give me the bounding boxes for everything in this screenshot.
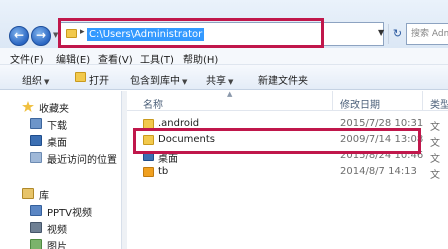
sidebar-item-label: 收藏夹 <box>39 104 69 115</box>
menu-edit[interactable]: 编辑(E) <box>56 51 90 66</box>
sort-ascending-icon: ▲ <box>227 90 233 98</box>
menu-file[interactable]: 文件(F) <box>10 51 44 66</box>
tb-folder-icon <box>143 167 154 177</box>
file-date: 2014/8/7 14:13 <box>340 166 417 177</box>
file-name: tb <box>158 166 169 177</box>
menu-view[interactable]: 查看(V) <box>98 51 133 66</box>
forward-arrow-icon: → <box>35 28 47 42</box>
column-header-row: ▲ 名称 修改日期 类型 <box>127 90 448 111</box>
download-folder-icon <box>30 118 42 129</box>
file-row-tb[interactable]: tb 2014/8/7 14:13 文 <box>127 165 448 181</box>
share-button[interactable]: 共享 ▼ <box>206 72 233 87</box>
menu-bar: 文件(F) 编辑(E) 查看(V) 工具(T) 帮助(H) <box>0 48 448 66</box>
sidebar-item-label: 视频 <box>47 225 67 236</box>
sidebar-item-label: 下载 <box>47 121 67 132</box>
sidebar-item-label: 图片 <box>47 242 67 249</box>
new-folder-button[interactable]: 新建文件夹 <box>258 72 308 87</box>
refresh-button[interactable]: ↻ <box>388 24 406 44</box>
refresh-icon: ↻ <box>392 27 403 40</box>
share-label: 共享 <box>206 76 226 87</box>
column-header-type[interactable]: 类型 <box>430 96 448 111</box>
back-button[interactable]: ← <box>9 26 29 46</box>
column-divider[interactable] <box>422 91 423 111</box>
chevron-down-icon: ▼ <box>182 78 188 86</box>
picture-library-icon <box>30 239 42 249</box>
search-input[interactable]: 搜索 Administrator <box>406 23 448 45</box>
file-type: 文 <box>430 138 440 149</box>
chevron-down-icon: ▼ <box>228 78 234 86</box>
chevron-down-icon: ▼ <box>44 78 50 86</box>
sidebar-item-label: 桌面 <box>47 138 67 149</box>
address-dropdown-icon[interactable]: ▼ <box>378 28 384 37</box>
file-type: 文 <box>430 122 440 133</box>
file-type: 文 <box>430 170 440 181</box>
menu-tools[interactable]: 工具(T) <box>140 51 174 66</box>
documents-highlight-box <box>133 128 421 154</box>
video-library-icon <box>30 222 42 233</box>
include-in-library-label: 包含到库中 <box>130 76 180 87</box>
desktop-icon <box>30 135 42 146</box>
recent-places-icon <box>30 152 42 163</box>
library-icon <box>22 188 34 199</box>
open-button[interactable]: 打开 <box>89 72 109 87</box>
star-icon <box>22 101 34 112</box>
column-divider[interactable] <box>332 91 333 111</box>
column-header-date-modified[interactable]: 修改日期 <box>340 96 380 111</box>
navigation-pane: 收藏夹 下载 桌面 最近访问的位置 库 PPTV视频 视频 图片 <box>0 91 122 249</box>
include-in-library-button[interactable]: 包含到库中 ▼ <box>130 72 187 87</box>
organize-label: 组织 <box>22 76 42 87</box>
address-highlight-box <box>58 18 324 48</box>
sidebar-item-label: 库 <box>39 191 49 202</box>
command-toolbar: 组织 ▼ 打开 包含到库中 ▼ 共享 ▼ 新建文件夹 <box>0 65 448 90</box>
file-list: ▲ 名称 修改日期 类型 .android 2015/7/28 10:31 文 … <box>127 90 448 249</box>
forward-button[interactable]: → <box>31 26 51 46</box>
menu-help[interactable]: 帮助(H) <box>183 51 218 66</box>
organize-button[interactable]: 组织 ▼ <box>22 72 49 87</box>
sidebar-item-label: 最近访问的位置 <box>47 155 117 166</box>
pptv-library-icon <box>30 205 42 216</box>
sidebar-item-label: PPTV视频 <box>47 208 93 219</box>
back-arrow-icon: ← <box>13 28 25 42</box>
open-folder-icon <box>75 72 86 82</box>
file-type: 文 <box>430 154 440 165</box>
column-header-name[interactable]: 名称 <box>143 96 163 111</box>
